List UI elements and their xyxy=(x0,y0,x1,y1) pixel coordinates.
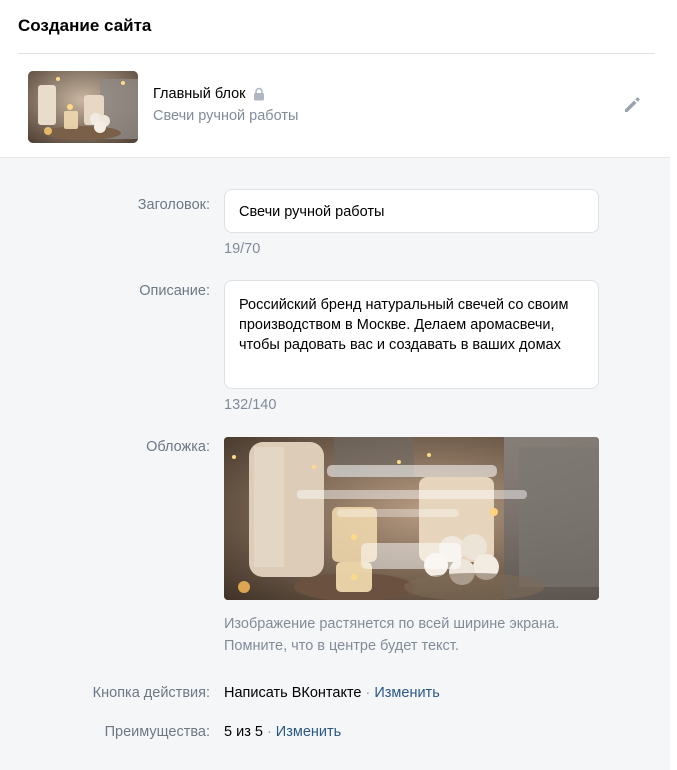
description-label: Описание: xyxy=(139,283,210,299)
advantages-value: 5 из 5 xyxy=(224,724,263,740)
title-counter: 19/70 xyxy=(224,241,261,257)
main-block-row[interactable]: Главный блок Свечи ручной работы xyxy=(0,56,670,158)
advantages-value-row: 5 из 5 · Изменить xyxy=(224,724,341,740)
block-thumbnail xyxy=(28,71,138,143)
action-button-label: Кнопка действия: xyxy=(92,685,210,701)
action-button-value: Написать ВКонтакте xyxy=(224,685,362,701)
change-advantages-link[interactable]: Изменить xyxy=(276,724,341,740)
block-subtitle: Свечи ручной работы xyxy=(153,108,299,124)
page-header: Создание сайта xyxy=(0,0,677,56)
separator-dot: · xyxy=(365,685,371,701)
pencil-icon[interactable] xyxy=(621,94,643,116)
lock-icon xyxy=(253,87,265,101)
title-field[interactable]: Свечи ручной работы xyxy=(224,189,599,233)
cover-hint: Изображение растянется по всей ширине эк… xyxy=(224,616,560,654)
action-button-value-row: Написать ВКонтакте · Изменить xyxy=(224,685,440,701)
separator-dot: · xyxy=(266,724,272,740)
block-title-wrap: Главный блок xyxy=(153,86,265,102)
title-label: Заголовок: xyxy=(137,197,210,213)
cover-label: Обложка: xyxy=(146,439,210,455)
description-field[interactable]: Российский бренд натуральный свечей со с… xyxy=(224,280,599,389)
change-action-button-link[interactable]: Изменить xyxy=(374,685,439,701)
page-title: Создание сайта xyxy=(18,16,152,35)
description-counter: 132/140 xyxy=(224,397,277,413)
block-title: Главный блок xyxy=(153,86,246,102)
block-settings-panel: Заголовок: Свечи ручной работы 19/70 Опи… xyxy=(0,158,670,770)
header-divider xyxy=(18,53,655,54)
cover-image[interactable] xyxy=(224,437,599,600)
advantages-label: Преимущества: xyxy=(104,724,210,740)
